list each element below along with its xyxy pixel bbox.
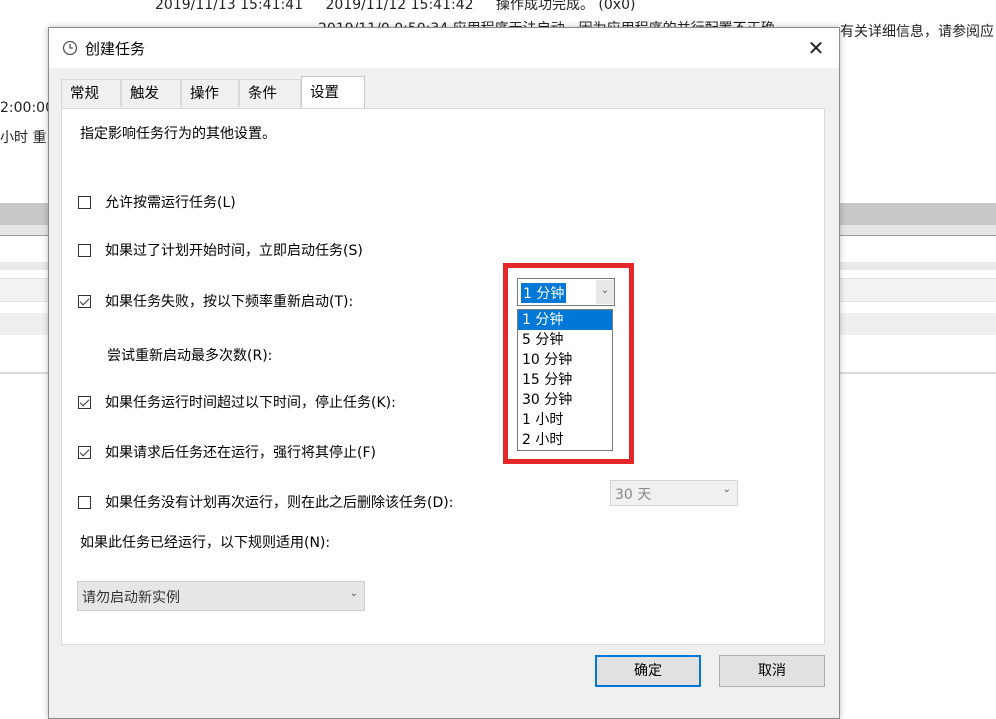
- dialog-title: 创建任务: [85, 40, 146, 58]
- start-if-missed-label: 如果过了计划开始时间，立即启动任务(S): [105, 243, 363, 259]
- allow-on-demand-option[interactable]: 允许按需运行任务(L): [78, 192, 236, 212]
- running-rule-value: 请勿启动新实例: [82, 590, 180, 606]
- log-time-2: 2019/11/12 15:41:42: [325, 0, 474, 13]
- start-if-missed-option[interactable]: 如果过了计划开始时间，立即启动任务(S): [78, 240, 363, 260]
- tab-actions[interactable]: 操作: [181, 79, 239, 107]
- background-left-text-2: 小时 重: [0, 130, 47, 146]
- running-rule-label: 如果此任务已经运行，以下规则适用(N):: [80, 535, 331, 551]
- settings-description: 指定影响任务行为的其他设置。: [80, 126, 276, 142]
- chevron-down-icon: ⌄: [722, 484, 731, 495]
- chevron-down-icon: ⌄: [349, 588, 358, 599]
- start-if-missed-checkbox[interactable]: [78, 243, 91, 257]
- restart-on-fail-checkbox[interactable]: [78, 294, 91, 308]
- allow-on-demand-checkbox[interactable]: [78, 195, 91, 209]
- log-result: 操作成功完成。 (0x0): [495, 0, 636, 13]
- force-stop-checkbox[interactable]: [78, 445, 91, 459]
- title-bar: 创建任务 ✕: [49, 28, 839, 68]
- allow-on-demand-label: 允许按需运行任务(L): [105, 195, 236, 211]
- background-left-text-1: 2:00:00: [0, 100, 54, 116]
- delete-after-select[interactable]: 30 天 ⌄: [610, 480, 738, 506]
- ok-button[interactable]: 确定: [595, 655, 701, 687]
- tab-triggers[interactable]: 触发器: [121, 79, 181, 130]
- tab-settings[interactable]: 设置: [301, 76, 365, 108]
- tab-general[interactable]: 常规: [61, 79, 121, 107]
- restart-attempts-label: 尝试重新启动最多次数(R):: [107, 348, 273, 364]
- delete-after-value: 30 天: [615, 487, 652, 503]
- delete-if-not-scheduled-label: 如果任务没有计划再次运行，则在此之后删除该任务(D):: [105, 495, 454, 511]
- close-button[interactable]: ✕: [793, 28, 839, 68]
- stop-if-runs-longer-label: 如果任务运行时间超过以下时间，停止任务(K):: [105, 395, 396, 411]
- delete-if-not-scheduled-option[interactable]: 如果任务没有计划再次运行，则在此之后删除该任务(D):: [78, 492, 453, 512]
- background-log-row: 2019/11/13 15:41:41 2019/11/12 15:41:42 …: [155, 0, 653, 14]
- stop-if-runs-longer-option[interactable]: 如果任务运行时间超过以下时间，停止任务(K):: [78, 392, 396, 412]
- delete-if-not-scheduled-checkbox[interactable]: [78, 495, 91, 509]
- force-stop-option[interactable]: 如果请求后任务还在运行，强行将其停止(F): [78, 442, 376, 462]
- annotation-highlight-box: [503, 263, 634, 464]
- clock-icon: [62, 40, 78, 56]
- force-stop-label: 如果请求后任务还在运行，强行将其停止(F): [105, 445, 376, 461]
- stop-if-runs-longer-checkbox[interactable]: [78, 395, 91, 409]
- create-task-dialog: 创建任务 ✕ 常规 触发器 操作 条件 设置 指定影响任务行为的其他设置。 允许…: [48, 27, 840, 719]
- running-rule-select[interactable]: 请勿启动新实例 ⌄: [77, 581, 365, 611]
- restart-on-fail-label: 如果任务失败，按以下频率重新启动(T):: [105, 294, 354, 310]
- settings-panel: 指定影响任务行为的其他设置。 允许按需运行任务(L) 如果过了计划开始时间，立即…: [61, 108, 825, 645]
- cancel-button[interactable]: 取消: [719, 655, 825, 687]
- background-right-text: 有关详细信息，请参阅应: [840, 24, 994, 40]
- restart-on-fail-option[interactable]: 如果任务失败，按以下频率重新启动(T):: [78, 291, 353, 311]
- tab-conditions[interactable]: 条件: [239, 79, 301, 107]
- log-time-1: 2019/11/13 15:41:41: [155, 0, 304, 13]
